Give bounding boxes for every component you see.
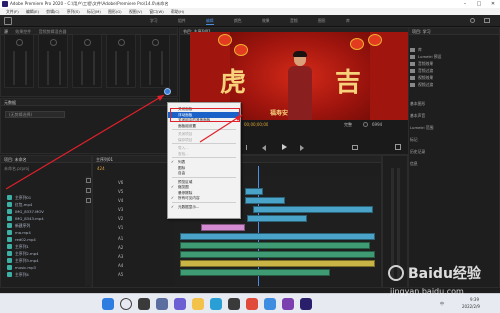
windows-start-icon[interactable] xyxy=(102,298,114,310)
app-icon[interactable] xyxy=(264,298,276,310)
baidu-logo-icon xyxy=(388,265,404,281)
premiere-taskbar-icon[interactable] xyxy=(300,298,312,310)
store-icon[interactable] xyxy=(228,298,240,310)
task-view-icon[interactable] xyxy=(138,298,150,310)
edge-icon[interactable] xyxy=(210,298,222,310)
watermark-url: jingyan.baidu.com xyxy=(390,287,464,296)
file-explorer-icon[interactable] xyxy=(192,298,204,310)
baidu-watermark: Baidu经验 jingyan.baidu.com xyxy=(388,262,498,302)
app-icon[interactable] xyxy=(246,298,258,310)
widgets-icon[interactable] xyxy=(156,298,168,310)
taskbar-date: 2022/2/9 xyxy=(462,304,480,309)
chat-icon[interactable] xyxy=(174,298,186,310)
search-icon[interactable] xyxy=(120,298,132,310)
watermark-brand: Baidu经验 xyxy=(408,266,481,282)
app-icon[interactable] xyxy=(282,298,294,310)
